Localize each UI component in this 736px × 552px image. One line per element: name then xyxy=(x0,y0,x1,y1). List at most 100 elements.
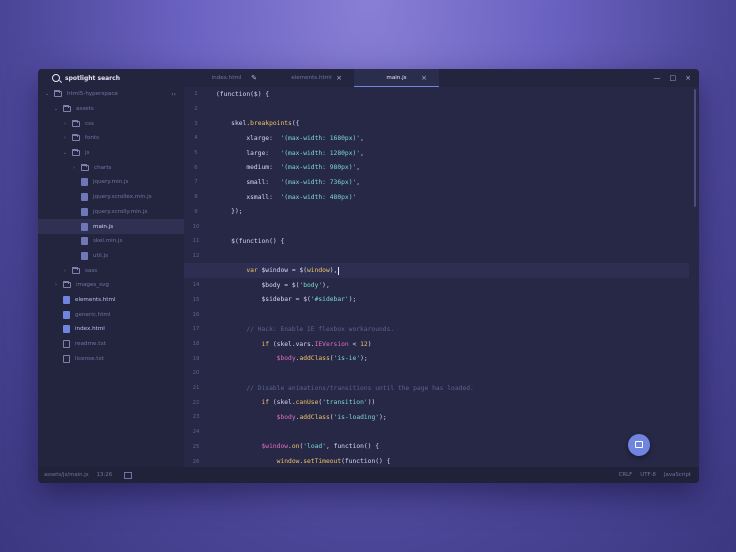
tree-item[interactable]: index.html xyxy=(38,322,184,337)
code-line[interactable] xyxy=(216,425,689,440)
code-line[interactable]: if (skel.vars. IEVersion < 12) xyxy=(216,337,689,352)
code-token: $body = $( xyxy=(216,281,300,289)
tab-label: elements.html xyxy=(291,75,332,81)
code-line[interactable]: large: '(max-width: 1280px)', xyxy=(216,146,689,161)
code-token: window xyxy=(276,458,300,466)
close-tab-icon[interactable]: × xyxy=(421,74,427,82)
tree-item[interactable]: skel.min.js xyxy=(38,234,184,249)
edit-icon[interactable]: ✎ xyxy=(251,74,257,82)
code-line[interactable]: var $window = $(window), xyxy=(184,263,689,278)
line-number: 17 xyxy=(192,326,200,333)
tree-item[interactable]: readme.txt xyxy=(38,337,184,352)
close-tab-icon[interactable]: × xyxy=(336,74,342,82)
code-line[interactable]: // Disable animations/transitions until … xyxy=(216,381,689,396)
text-cursor xyxy=(338,266,340,275)
line-number: 10 xyxy=(192,223,200,230)
tree-item[interactable]: › images_svg xyxy=(38,278,184,293)
code-line[interactable]: $body. addClass('is-ie'); xyxy=(216,351,689,366)
tree-item-label: assets xyxy=(76,106,94,113)
code-line[interactable] xyxy=(216,307,689,322)
code-line[interactable]: (function($) { xyxy=(216,87,689,102)
tree-item-label: skel.min.js xyxy=(93,238,123,245)
chevron-down-icon[interactable]: ⌄ xyxy=(44,91,50,97)
close-window-icon[interactable]: × xyxy=(685,74,691,82)
tree-item-label: css xyxy=(85,120,94,127)
maximize-icon[interactable]: □ xyxy=(670,74,677,82)
file-icon xyxy=(63,325,70,334)
window-controls: — □ × xyxy=(654,69,692,87)
tree-item[interactable]: jquery.min.js xyxy=(38,175,184,190)
code-line[interactable]: $(function() { xyxy=(216,234,689,249)
code-line[interactable]: skel. breakpoints({ xyxy=(216,116,689,131)
folder-icon xyxy=(72,266,80,274)
chevron-right-icon[interactable]: › xyxy=(62,268,68,274)
code-line[interactable] xyxy=(216,102,689,117)
tab-index-html[interactable]: index.html ✎ xyxy=(184,69,269,87)
tab-label: main.js xyxy=(386,74,407,81)
code-line[interactable] xyxy=(216,219,689,234)
code-line[interactable]: $body = $('body'), xyxy=(216,278,689,293)
chevron-right-icon[interactable]: › xyxy=(62,135,68,141)
tree-item-label: jquery.min.js xyxy=(93,179,129,186)
folder-icon xyxy=(72,149,80,157)
line-number: 5 xyxy=(194,150,198,157)
chevron-right-icon[interactable]: › xyxy=(62,121,68,127)
tree-item[interactable]: main.js xyxy=(38,219,184,234)
line-number: 12 xyxy=(192,252,200,259)
preview-button[interactable] xyxy=(628,434,650,456)
tree-item[interactable]: › charts xyxy=(38,160,184,175)
tab-elements-html[interactable]: elements.html × xyxy=(269,69,354,87)
tree-item[interactable]: elements.html xyxy=(38,293,184,308)
tree-item[interactable]: › css xyxy=(38,116,184,131)
folder-icon xyxy=(63,105,71,113)
collapse-sidebar-icon[interactable]: ‹‹ xyxy=(171,91,176,98)
tree-item[interactable]: ⌄ assets xyxy=(38,102,184,117)
tree-item[interactable]: generic.html xyxy=(38,307,184,322)
code-line[interactable]: if (skel. canUse('transition')) xyxy=(216,395,689,410)
status-file-path: assets/js/main.js xyxy=(44,472,89,478)
tree-item[interactable]: ⌄ html5-hyperspace ‹‹ xyxy=(38,87,184,102)
status-line-ending[interactable]: CRLF xyxy=(619,472,633,478)
code-line[interactable]: medium: '(max-width: 980px)', xyxy=(216,160,689,175)
code-line[interactable]: // Hack: Enable IE flexbox workarounds. xyxy=(216,322,689,337)
chevron-down-icon[interactable]: ⌄ xyxy=(62,150,68,156)
code-line[interactable]: $sidebar = $('#sidebar'); xyxy=(216,293,689,308)
code-line[interactable] xyxy=(216,366,689,381)
code-token: $window xyxy=(261,443,289,451)
tree-item[interactable]: license.txt xyxy=(38,351,184,366)
code-line[interactable]: xsmall: '(max-width: 480px)' xyxy=(216,190,689,205)
status-language[interactable]: JavaScript xyxy=(664,472,691,478)
line-number: 14 xyxy=(192,282,200,289)
code-token: $body xyxy=(276,355,296,363)
minimize-icon[interactable]: — xyxy=(654,74,661,82)
line-number: 4 xyxy=(194,135,198,142)
tree-item[interactable]: › fonts xyxy=(38,131,184,146)
code-area[interactable]: (function($) { skel. breakpoints({ xlarge… xyxy=(184,87,689,469)
code-token: medium: xyxy=(216,164,281,172)
code-line[interactable]: $window. on('load', function() { xyxy=(216,440,689,455)
code-line[interactable]: }); xyxy=(216,205,689,220)
code-line[interactable] xyxy=(216,249,689,264)
tree-item[interactable]: util.js xyxy=(38,249,184,264)
spotlight-search[interactable]: spotlight search xyxy=(38,69,184,87)
tree-item[interactable]: jquery.scrolly.min.js xyxy=(38,205,184,220)
terminal-icon[interactable] xyxy=(124,471,133,479)
scrollbar[interactable] xyxy=(694,89,696,207)
code-line[interactable]: xlarge: '(max-width: 1680px)', xyxy=(216,131,689,146)
chevron-right-icon[interactable]: › xyxy=(71,165,77,171)
code-line[interactable]: $body. addClass('is-loading'); xyxy=(216,410,689,425)
chevron-right-icon[interactable]: › xyxy=(53,282,59,288)
code-line[interactable]: small: '(max-width: 736px)', xyxy=(216,175,689,190)
status-encoding[interactable]: UTF-8 xyxy=(640,472,656,478)
tree-item[interactable]: › sass xyxy=(38,263,184,278)
tree-item-label: util.js xyxy=(93,252,109,259)
tab-main-js[interactable]: main.js × xyxy=(354,69,439,87)
file-icon xyxy=(81,222,88,231)
search-icon xyxy=(52,74,60,82)
code-token: large: xyxy=(216,149,281,157)
code-token: ({ xyxy=(291,120,300,128)
tree-item[interactable]: jquery.scrollex.min.js xyxy=(38,190,184,205)
chevron-down-icon[interactable]: ⌄ xyxy=(53,106,59,112)
tree-item[interactable]: ⌄ js xyxy=(38,146,184,161)
